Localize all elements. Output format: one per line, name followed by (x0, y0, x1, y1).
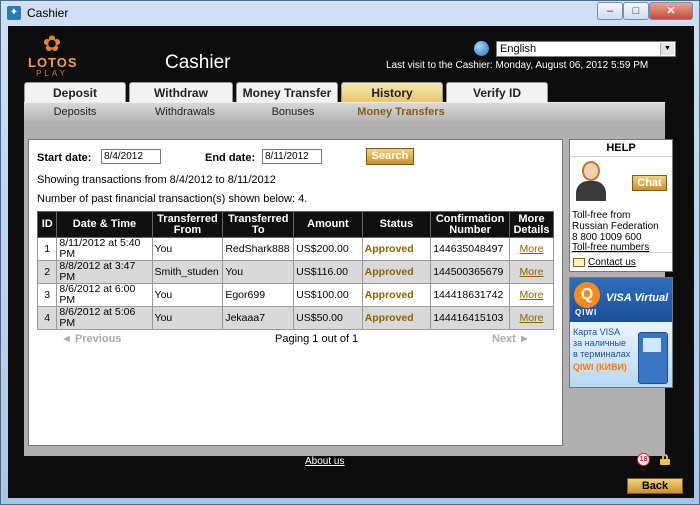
contact-us-link[interactable]: Contact us (588, 257, 636, 268)
tab-deposit[interactable]: Deposit (24, 82, 126, 102)
transaction-count-text: Number of past financial transaction(s) … (37, 193, 308, 205)
col-status: Status (361, 211, 432, 238)
qiwi-name: QIWI (575, 308, 598, 317)
cashier-client-area: ✿ LOTOS PLAY Cashier English ▼ Last visi… (8, 26, 694, 498)
last-visit-text: Last visit to the Cashier: Monday, Augus… (386, 60, 649, 71)
tab-withdraw[interactable]: Withdraw (129, 82, 233, 102)
transactions-table: ID Date & Time Transferred From Transfer… (36, 211, 555, 330)
title-bar[interactable]: ✦ Cashier – □ ✕ (1, 1, 699, 25)
subtab-money-transfers[interactable]: Money Transfers (346, 103, 456, 122)
table-row: 2 8/8/2012 at 3:47 PM Smith_studen You U… (36, 260, 555, 284)
next-page-button[interactable]: Next ► (492, 333, 530, 345)
col-id: ID (36, 211, 58, 238)
table-row: 1 8/11/2012 at 5:40 PM You RedShark888 U… (36, 237, 555, 261)
more-details-link[interactable]: More (520, 312, 544, 324)
globe-icon (474, 41, 489, 56)
paging-info: Paging 1 out of 1 (275, 333, 359, 345)
status-badge: Approved (361, 283, 432, 307)
table-row: 3 8/6/2012 at 6:00 PM You Egor699 US$100… (36, 283, 555, 307)
language-select[interactable]: English ▼ (496, 41, 676, 57)
subtab-bonuses[interactable]: Bonuses (256, 103, 330, 122)
col-transferred-to: Transferred To (222, 211, 295, 238)
terminal-icon (638, 332, 668, 384)
about-us-link[interactable]: About us (305, 456, 344, 467)
more-details-link[interactable]: More (520, 266, 544, 278)
qiwi-visa-banner[interactable]: Q QIWI VISA Virtual Карта VISA за наличн… (569, 277, 673, 388)
more-details-link[interactable]: More (520, 289, 544, 301)
table-header-row: ID Date & Time Transferred From Transfer… (36, 211, 555, 238)
tollfree-line-1: Toll-free from (572, 210, 631, 221)
chat-button[interactable]: Chat (632, 175, 667, 191)
support-agent-icon (574, 159, 608, 203)
transactions-panel: Start date: 8/4/2012 End date: 8/11/2012… (28, 139, 563, 446)
mail-icon (573, 258, 585, 267)
end-date-input[interactable]: 8/11/2012 (262, 149, 322, 164)
close-button[interactable]: ✕ (649, 2, 693, 20)
help-title: HELP (570, 140, 672, 157)
tab-money-transfer[interactable]: Money Transfer (236, 82, 338, 102)
start-date-label: Start date: (37, 152, 92, 164)
col-confirmation-number: Confirmation Number (430, 211, 510, 238)
cashier-window: ✦ Cashier – □ ✕ ✿ LOTOS PLAY Cashier Eng… (0, 0, 700, 505)
lock-icon (660, 454, 670, 465)
col-date-time: Date & Time (56, 211, 153, 238)
end-date-label: End date: (205, 152, 256, 164)
table-row: 4 8/6/2012 at 5:06 PM You Jekaaa7 US$50.… (36, 306, 555, 330)
col-amount: Amount (293, 211, 363, 238)
tab-history[interactable]: History (341, 82, 443, 102)
maximize-button[interactable]: □ (623, 2, 649, 20)
page-title: Cashier (165, 52, 231, 73)
chevron-down-icon[interactable]: ▼ (660, 43, 674, 55)
lotus-icon: ✿ (42, 31, 62, 56)
help-box: HELP Chat Toll-free from Russian Federat… (569, 139, 673, 272)
back-button[interactable]: Back (627, 478, 683, 494)
qiwi-promo-text: Карта VISA за наличные в терминалах (573, 327, 631, 359)
showing-range-text: Showing transactions from 8/4/2012 to 8/… (37, 174, 276, 186)
search-button[interactable]: Search (366, 148, 414, 165)
history-subtabs: Deposits Withdrawals Bonuses Money Trans… (24, 102, 665, 122)
more-details-link[interactable]: More (520, 243, 544, 255)
visa-virtual-label: VISA Virtual (606, 292, 669, 304)
col-transferred-from: Transferred From (151, 211, 224, 238)
minimize-button[interactable]: – (597, 2, 623, 20)
window-controls: – □ ✕ (597, 2, 693, 20)
status-badge: Approved (361, 237, 432, 261)
qiwi-logo-icon: Q (574, 282, 600, 308)
app-icon: ✦ (7, 6, 21, 20)
subtab-deposits[interactable]: Deposits (38, 103, 112, 122)
col-more-details: More Details (508, 211, 555, 238)
start-date-input[interactable]: 8/4/2012 (101, 149, 161, 164)
subtab-withdrawals[interactable]: Withdrawals (140, 103, 230, 122)
language-value: English (500, 43, 537, 55)
age-restriction-icon: 18 (637, 453, 650, 466)
previous-page-button[interactable]: ◄ Previous (61, 333, 121, 345)
tab-verify-id[interactable]: Verify ID (446, 82, 548, 102)
status-badge: Approved (361, 306, 432, 330)
tollfree-line-2: Russian Federation (572, 221, 659, 232)
window-title: Cashier (27, 6, 69, 20)
status-badge: Approved (361, 260, 432, 284)
qiwi-terminal-text: QIWI (КИВИ) (573, 362, 627, 372)
